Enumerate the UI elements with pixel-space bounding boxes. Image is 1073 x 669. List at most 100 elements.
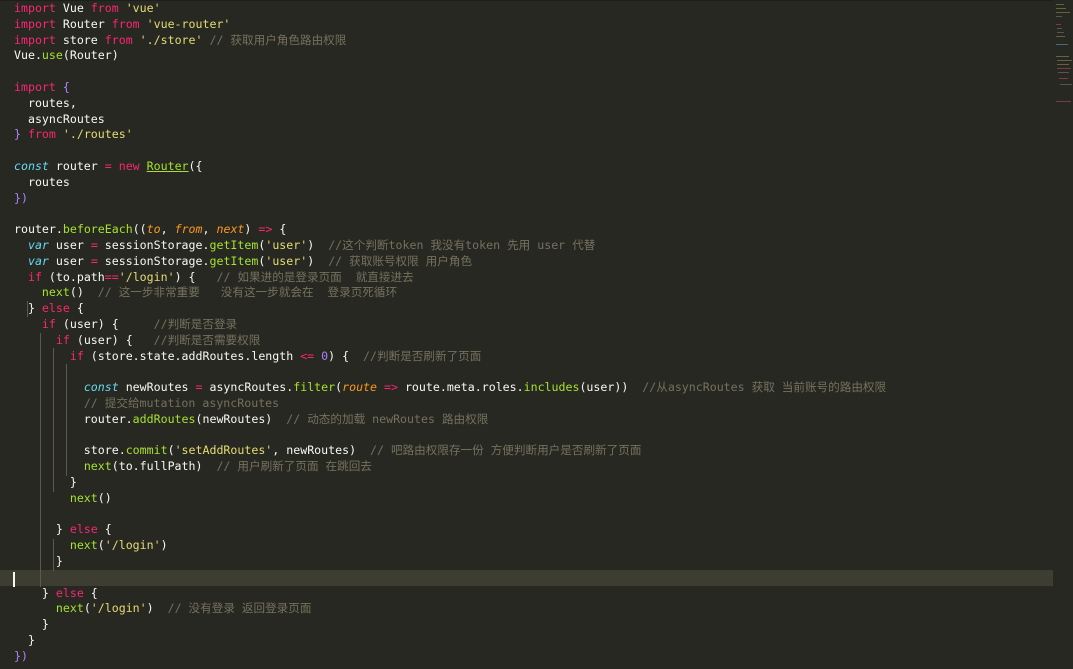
- code-line[interactable]: import Router from 'vue-router': [0, 17, 1053, 33]
- code-line[interactable]: } from './routes': [0, 127, 1053, 143]
- code-line[interactable]: }): [0, 191, 1053, 207]
- code-line[interactable]: next() // 这一步非常重要 没有这一步就会在 登录页死循环: [0, 285, 1053, 301]
- comment-token: // 没有登录 返回登录页面: [167, 601, 312, 616]
- code-line[interactable]: const router = new Router({: [0, 159, 1053, 175]
- indent-guide: [40, 333, 41, 587]
- comment-token: // 提交给mutation asyncRoutes: [83, 396, 280, 410]
- code-token: {: [69, 301, 84, 316]
- keyword-token: if: [55, 332, 70, 347]
- text-caret: [13, 572, 15, 587]
- code-line[interactable]: routes,: [0, 96, 1053, 112]
- parameter-token: route: [342, 380, 378, 395]
- code-token: }: [14, 554, 63, 568]
- code-line[interactable]: Vue.use(Router): [0, 48, 1053, 64]
- code-token: (newRoutes): [195, 411, 287, 426]
- code-token: ,: [202, 222, 217, 237]
- code-line[interactable]: next('/login'): [0, 538, 1053, 554]
- code-editor[interactable]: }) } } next('/login') // 没有登录 返回登录页面 } e…: [0, 0, 1053, 669]
- string-token: '/login': [104, 538, 161, 553]
- code-line[interactable]: asyncRoutes: [0, 112, 1053, 128]
- code-token: (: [97, 538, 105, 553]
- keyword-token: =>: [384, 380, 398, 395]
- keyword-token: from: [27, 127, 56, 142]
- code-line[interactable]: import Vue from 'vue': [0, 1, 1053, 17]
- code-line[interactable]: [0, 143, 1053, 159]
- code-line[interactable]: }: [0, 554, 1053, 570]
- code-token: router: [48, 159, 105, 173]
- code-line[interactable]: next('/login') // 没有登录 返回登录页面: [0, 601, 1053, 617]
- minimap-line: [1056, 36, 1065, 37]
- indent-guide: [53, 348, 54, 492]
- keyword-token: if: [27, 269, 42, 284]
- function-token: next: [55, 601, 84, 616]
- code-line[interactable]: [0, 364, 1053, 380]
- string-token: 'user': [265, 253, 308, 268]
- code-line[interactable]: const newRoutes = asyncRoutes.filter(rou…: [0, 380, 1053, 396]
- code-token: asyncRoutes.: [202, 380, 294, 395]
- string-token: './routes': [62, 127, 133, 142]
- storage-token: var: [27, 253, 49, 268]
- code-token: Router: [55, 16, 112, 31]
- code-line[interactable]: var user = sessionStorage.getItem('user'…: [0, 254, 1053, 270]
- code-token: (: [167, 443, 175, 458]
- code-line[interactable]: next(): [0, 491, 1053, 507]
- string-token: 'vue': [125, 1, 161, 15]
- code-line[interactable]: if (to.path=='/login') { // 如果进的是登录页面 就直…: [0, 270, 1053, 286]
- code-line[interactable]: }): [0, 649, 1053, 665]
- code-line[interactable]: [0, 206, 1053, 222]
- parameter-token: next: [216, 222, 245, 237]
- code-line[interactable]: router.addRoutes(newRoutes) // 动态的加载 new…: [0, 412, 1053, 428]
- code-line[interactable]: router.beforeEach((to, from, next) => {: [0, 222, 1053, 238]
- keyword-token: else: [69, 522, 98, 537]
- keyword-token: =>: [258, 222, 273, 237]
- code-token: route.meta.roles.: [397, 380, 524, 395]
- code-line[interactable]: } else {: [0, 522, 1053, 538]
- code-line[interactable]: import store from './store' // 获取用户角色路由权…: [0, 33, 1053, 49]
- comment-token: // 获取账号权限 用户角色: [328, 253, 473, 268]
- code-line[interactable]: [0, 507, 1053, 523]
- code-line[interactable]: [0, 64, 1053, 80]
- code-line[interactable]: // 提交给mutation asyncRoutes: [0, 396, 1053, 412]
- code-line[interactable]: }: [0, 617, 1053, 633]
- code-line[interactable]: if (store.state.addRoutes.length <= 0) {…: [0, 349, 1053, 365]
- code-token: }: [14, 633, 35, 647]
- class-token: Router: [146, 159, 189, 173]
- code-line[interactable]: } else {: [0, 301, 1053, 317]
- code-line[interactable]: routes: [0, 175, 1053, 191]
- code-token: {: [83, 585, 98, 600]
- minimap-line: [1058, 72, 1069, 73]
- code-token: sessionStorage.: [97, 253, 210, 268]
- code-line[interactable]: [0, 428, 1053, 444]
- function-token: getItem: [209, 238, 259, 252]
- string-token: './store': [139, 32, 203, 47]
- keyword-token: =: [90, 238, 98, 252]
- code-token: user: [48, 253, 91, 268]
- keyword-token: import: [14, 80, 56, 94]
- code-line[interactable]: }: [0, 633, 1053, 649]
- code-line[interactable]: import {: [0, 80, 1053, 96]
- code-token: (to.fullPath): [111, 459, 217, 474]
- code-line-current[interactable]: [0, 569, 1053, 586]
- code-line[interactable]: }: [0, 475, 1053, 491]
- comment-token: //判断是否登录: [153, 317, 238, 331]
- keyword-token: from: [104, 32, 133, 47]
- code-line[interactable]: if (user) { //判断是否需要权限: [0, 333, 1053, 349]
- code-line[interactable]: var user = sessionStorage.getItem('user'…: [0, 238, 1053, 254]
- minimap[interactable]: [1053, 0, 1073, 669]
- code-line[interactable]: store.commit('setAddRoutes', newRoutes) …: [0, 443, 1053, 459]
- code-line[interactable]: next(to.fullPath) // 用户刷新了页面 在跳回去: [0, 459, 1053, 475]
- code-token: store: [55, 32, 105, 47]
- code-token: (user) {: [55, 317, 154, 331]
- string-token: 'setAddRoutes': [174, 443, 273, 458]
- comment-token: // 吧路由权限存一份 方便判断用户是否刷新了页面: [370, 443, 642, 458]
- minimap-line: [1056, 4, 1064, 5]
- keyword-token: from: [90, 1, 119, 15]
- code-line[interactable]: if (user) { //判断是否登录: [0, 317, 1053, 333]
- storage-token: const: [14, 159, 49, 173]
- punctuation-token: }: [14, 127, 21, 142]
- code-line[interactable]: } else {: [0, 586, 1053, 602]
